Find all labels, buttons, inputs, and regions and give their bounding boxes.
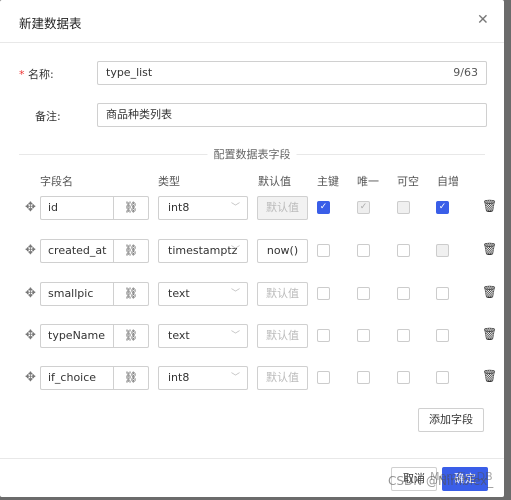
primary-key-checkbox[interactable] bbox=[317, 244, 330, 257]
section-title: 配置数据表字段 bbox=[207, 146, 297, 162]
table-row: ✥ smallpic ⛓ text ﹀ 默认值 🗑 bbox=[0, 282, 504, 306]
trash-icon[interactable]: 🗑 bbox=[482, 242, 497, 256]
table-row: ✥ id ⛓ int8 ﹀ 默认值 ✓ ✓ ✓ 🗑 bbox=[0, 196, 504, 220]
default-value-input[interactable]: now() bbox=[257, 239, 308, 263]
name-input[interactable]: type_list 9/63 bbox=[97, 61, 487, 85]
default-value-input[interactable]: 默认值 bbox=[257, 324, 308, 348]
primary-key-checkbox[interactable] bbox=[317, 371, 330, 384]
auto-increment-checkbox[interactable] bbox=[436, 287, 449, 300]
unique-checkbox[interactable] bbox=[357, 244, 370, 257]
section-divider: 配置数据表字段 bbox=[19, 146, 485, 162]
drag-handle-icon[interactable]: ✥ bbox=[25, 243, 36, 258]
table-row: ✥ if_choice ⛓ int8 ﹀ 默认值 🗑 bbox=[0, 366, 504, 390]
trash-icon[interactable]: 🗑 bbox=[482, 285, 497, 299]
default-value-input[interactable]: 默认值 bbox=[257, 282, 308, 306]
unique-checkbox[interactable] bbox=[357, 371, 370, 384]
drag-handle-icon[interactable]: ✥ bbox=[25, 370, 36, 385]
drag-handle-icon[interactable]: ✥ bbox=[25, 286, 36, 301]
remark-label: 备注: bbox=[35, 110, 61, 123]
auto-increment-checkbox[interactable] bbox=[436, 329, 449, 342]
unique-checkbox[interactable]: ✓ bbox=[357, 201, 370, 214]
remark-input[interactable]: 商品种类列表 bbox=[97, 103, 487, 127]
link-icon[interactable]: ⛓ bbox=[113, 324, 149, 348]
col-header-unique: 唯一 bbox=[357, 175, 379, 188]
col-header-name: 字段名 bbox=[40, 175, 73, 188]
table-row: ✥ created_at ⛓ timestamptz ﹀ now() 🗑 bbox=[0, 239, 504, 263]
col-header-nullable: 可空 bbox=[397, 175, 419, 188]
col-header-autoinc: 自增 bbox=[437, 175, 459, 188]
col-header-pk: 主键 bbox=[317, 175, 339, 188]
chevron-down-icon: ﹀ bbox=[230, 331, 240, 341]
type-select[interactable]: int8 ﹀ bbox=[158, 366, 248, 390]
drag-handle-icon[interactable]: ✥ bbox=[25, 328, 36, 343]
type-select[interactable]: timestamptz ﹀ bbox=[158, 239, 248, 263]
link-icon[interactable]: ⛓ bbox=[113, 196, 149, 220]
field-name-input[interactable]: id bbox=[40, 196, 114, 220]
link-icon[interactable]: ⛓ bbox=[113, 239, 149, 263]
create-table-dialog: 新建数据表 ✕ * 名称: type_list 9/63 备注: 商品种类列表 配… bbox=[0, 0, 504, 497]
nullable-checkbox[interactable] bbox=[397, 287, 410, 300]
add-field-button[interactable]: 添加字段 bbox=[418, 408, 484, 432]
watermark: CSDN @Nimblex_ bbox=[388, 474, 494, 488]
unique-checkbox[interactable] bbox=[357, 329, 370, 342]
field-name-input[interactable]: created_at bbox=[40, 239, 114, 263]
field-name-input[interactable]: if_choice bbox=[40, 366, 114, 390]
link-icon[interactable]: ⛓ bbox=[113, 366, 149, 390]
unique-checkbox[interactable] bbox=[357, 287, 370, 300]
link-icon[interactable]: ⛓ bbox=[113, 282, 149, 306]
default-value-input[interactable]: 默认值 bbox=[257, 366, 308, 390]
nullable-checkbox[interactable] bbox=[397, 244, 410, 257]
primary-key-checkbox[interactable]: ✓ bbox=[317, 201, 330, 214]
type-select[interactable]: text ﹀ bbox=[158, 324, 248, 348]
type-select[interactable]: text ﹀ bbox=[158, 282, 248, 306]
trash-icon[interactable]: 🗑 bbox=[482, 327, 497, 341]
nullable-checkbox[interactable] bbox=[397, 201, 410, 214]
name-label: * 名称: bbox=[19, 68, 54, 81]
default-value-input[interactable]: 默认值 bbox=[257, 196, 308, 220]
col-header-type: 类型 bbox=[158, 175, 180, 188]
char-count: 9/63 bbox=[453, 66, 478, 79]
col-header-default: 默认值 bbox=[258, 175, 291, 188]
close-icon[interactable]: ✕ bbox=[477, 12, 489, 28]
auto-increment-checkbox[interactable] bbox=[436, 371, 449, 384]
trash-icon[interactable]: 🗑 bbox=[482, 369, 497, 383]
nullable-checkbox[interactable] bbox=[397, 329, 410, 342]
footer-divider bbox=[0, 458, 504, 459]
dialog-title: 新建数据表 bbox=[19, 16, 82, 31]
chevron-down-icon: ﹀ bbox=[230, 203, 240, 213]
chevron-down-icon: ﹀ bbox=[230, 289, 240, 299]
chevron-down-icon: ﹀ bbox=[230, 246, 240, 256]
divider bbox=[0, 42, 504, 43]
primary-key-checkbox[interactable] bbox=[317, 287, 330, 300]
type-select[interactable]: int8 ﹀ bbox=[158, 196, 248, 220]
drag-handle-icon[interactable]: ✥ bbox=[25, 200, 36, 215]
trash-icon[interactable]: 🗑 bbox=[482, 199, 497, 213]
primary-key-checkbox[interactable] bbox=[317, 329, 330, 342]
field-name-input[interactable]: smallpic bbox=[40, 282, 114, 306]
field-name-input[interactable]: typeName bbox=[40, 324, 114, 348]
table-row: ✥ typeName ⛓ text ﹀ 默认值 🗑 bbox=[0, 324, 504, 348]
nullable-checkbox[interactable] bbox=[397, 371, 410, 384]
auto-increment-checkbox[interactable]: ✓ bbox=[436, 201, 449, 214]
chevron-down-icon: ﹀ bbox=[230, 373, 240, 383]
auto-increment-checkbox[interactable] bbox=[436, 244, 449, 257]
